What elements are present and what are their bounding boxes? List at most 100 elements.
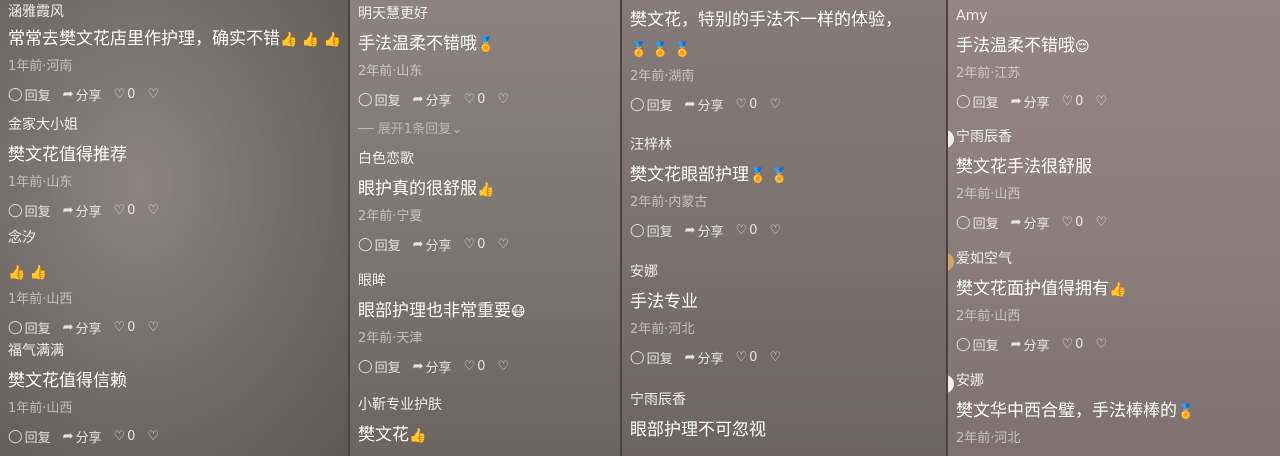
comment-emoji: 🏅 🏅 🏅	[630, 42, 692, 58]
like-button[interactable]: ♡ 0	[114, 203, 136, 218]
dislike-button[interactable]: ♡	[147, 320, 161, 335]
comment-username[interactable]: 汪梓林	[630, 136, 938, 154]
comment-username[interactable]: 眼眸	[358, 272, 612, 290]
share-button[interactable]: ➦ 分享	[1011, 92, 1050, 111]
share-button[interactable]: ➦ 分享	[63, 85, 102, 104]
expand-replies-button[interactable]: ── 展开1条回复⌄	[358, 118, 462, 137]
comment-body: 樊文华中西合璧，手法棒棒的	[956, 401, 1177, 421]
dislike-button[interactable]: ♡	[147, 87, 161, 102]
comment-username[interactable]: 宁雨辰香	[956, 128, 1272, 146]
dislike-button[interactable]: ♡	[497, 237, 511, 252]
reply-button[interactable]: ◯ 回复	[630, 221, 673, 240]
comment-body: 樊文花手法很舒服	[956, 157, 1092, 177]
comment-username[interactable]: Amy	[956, 7, 1272, 25]
reply-button[interactable]: ◯ 回复	[956, 92, 999, 111]
share-icon: ➦	[684, 222, 696, 238]
dislike-button[interactable]: ♡	[769, 97, 783, 112]
share-button[interactable]: ➦ 分享	[685, 95, 724, 114]
comment-username[interactable]: 福气满满	[8, 342, 340, 360]
reply-button[interactable]: ◯ 回复	[630, 348, 673, 367]
dislike-button[interactable]: ♡	[769, 350, 783, 365]
comment-username[interactable]: 爱如空气	[956, 250, 1272, 268]
like-button[interactable]: ♡ 0	[464, 359, 486, 374]
like-button[interactable]: ♡ 0	[464, 92, 486, 107]
reply-button[interactable]: ◯ 回复	[8, 318, 51, 337]
comment-emoji: 🏅	[477, 37, 495, 53]
share-button[interactable]: ➦ 分享	[63, 427, 102, 446]
comment-username[interactable]: 明天慧更好	[358, 5, 612, 23]
comment-item: 爱如空气 樊文花面护值得拥有👍 2年前·山西 ◯ 回复 ➦ 分享 ♡ 0 ♡	[956, 250, 1272, 354]
avatar[interactable]	[948, 375, 954, 393]
comment-username[interactable]: 宁雨辰香	[630, 391, 938, 409]
like-button[interactable]: ♡ 0	[1062, 94, 1084, 109]
comment-username[interactable]: 金家大小姐	[8, 116, 340, 134]
comment-username[interactable]: 白色恋歌	[358, 150, 612, 168]
like-button[interactable]: ♡ 0	[1062, 337, 1084, 352]
share-button[interactable]: ➦ 分享	[685, 348, 724, 367]
dislike-button[interactable]: ♡	[1095, 337, 1109, 352]
like-button[interactable]: ♡ 0	[1062, 215, 1084, 230]
comment-meta: 2年前·山东	[358, 64, 423, 79]
broken-heart-icon: ♡	[1095, 336, 1108, 352]
like-button[interactable]: ♡ 0	[114, 429, 136, 444]
reply-button[interactable]: ◯ 回复	[630, 95, 673, 114]
comment-actions: ◯ 回复 ➦ 分享 ♡ 0 ♡	[8, 427, 340, 446]
share-icon: ➦	[412, 358, 424, 374]
avatar[interactable]	[948, 253, 954, 271]
comment-emoji: 👍	[409, 428, 427, 444]
like-button[interactable]: ♡ 0	[114, 320, 136, 335]
dislike-button[interactable]: ♡	[1095, 94, 1109, 109]
share-button[interactable]: ➦ 分享	[63, 201, 102, 220]
dislike-button[interactable]: ♡	[1095, 215, 1109, 230]
share-button[interactable]: ➦ 分享	[685, 221, 724, 240]
reply-button[interactable]: ◯ 回复	[8, 427, 51, 446]
like-button[interactable]: ♡ 0	[736, 223, 758, 238]
comment-text: 常常去樊文花店里作护理，确实不错👍 👍 👍	[8, 28, 341, 51]
heart-icon: ♡	[1061, 336, 1074, 352]
dislike-button[interactable]: ♡	[497, 92, 511, 107]
avatar[interactable]	[948, 130, 954, 148]
comment-actions: ◯ 回复 ➦ 分享 ♡ 0 ♡	[630, 348, 938, 367]
comment-item: 念汐 👍 👍 1年前·山西 ◯ 回复 ➦ 分享 ♡ 0 ♡	[8, 229, 340, 337]
heart-icon: ♡	[735, 349, 748, 365]
comment-emoji: 🏅 🏅	[749, 168, 789, 184]
like-button[interactable]: ♡ 0	[464, 237, 486, 252]
share-button[interactable]: ➦ 分享	[63, 318, 102, 337]
comment-body: 眼部护理不可忽视	[630, 420, 766, 440]
reply-button[interactable]: ◯ 回复	[8, 85, 51, 104]
comment-actions: ◯ 回复 ➦ 分享 ♡ 0 ♡	[956, 335, 1272, 354]
reply-button[interactable]: ◯ 回复	[358, 90, 401, 109]
comment-username[interactable]: 念汐	[8, 229, 340, 247]
comment-column-2: 明天慧更好 手法温柔不错哦🏅 2年前·山东 ◯ 回复 ➦ 分享 ♡ 0 ♡ ── 展开…	[350, 0, 620, 456]
comment-column-4: Amy 手法温柔不错哦😌 2年前·江苏 ◯ 回复 ➦ 分享 ♡ 0 ♡ 宁雨辰香 樊文…	[948, 0, 1280, 456]
like-button[interactable]: ♡ 0	[114, 87, 136, 102]
share-button[interactable]: ➦ 分享	[413, 235, 452, 254]
share-button[interactable]: ➦ 分享	[413, 90, 452, 109]
dislike-button[interactable]: ♡	[497, 359, 511, 374]
like-button[interactable]: ♡ 0	[736, 350, 758, 365]
reply-button[interactable]: ◯ 回复	[8, 201, 51, 220]
comment-username[interactable]: 小靳专业护肤	[358, 396, 612, 414]
comment-username[interactable]: 安娜	[956, 372, 1272, 390]
comment-actions: ◯ 回复 ➦ 分享 ♡ 0 ♡	[358, 235, 612, 254]
comment-username[interactable]: 涵雅霞风	[8, 3, 340, 21]
reply-icon: ◯	[8, 202, 23, 218]
reply-button[interactable]: ◯ 回复	[956, 213, 999, 232]
broken-heart-icon: ♡	[497, 358, 510, 374]
like-button[interactable]: ♡ 0	[736, 97, 758, 112]
share-button[interactable]: ➦ 分享	[1011, 335, 1050, 354]
dislike-button[interactable]: ♡	[147, 203, 161, 218]
share-button[interactable]: ➦ 分享	[1011, 213, 1050, 232]
reply-button[interactable]: ◯ 回复	[358, 357, 401, 376]
comment-text: 手法温柔不错哦😌	[956, 35, 1272, 58]
dislike-button[interactable]: ♡	[147, 429, 161, 444]
comment-meta: 2年前·山西	[956, 309, 1021, 324]
reply-button[interactable]: ◯ 回复	[358, 235, 401, 254]
reply-button[interactable]: ◯ 回复	[956, 335, 999, 354]
reply-icon: ◯	[8, 319, 23, 335]
heart-icon: ♡	[463, 91, 476, 107]
comment-username[interactable]: 安娜	[630, 263, 938, 281]
dislike-button[interactable]: ♡	[769, 223, 783, 238]
share-button[interactable]: ➦ 分享	[413, 357, 452, 376]
comment-body: 手法专业	[630, 292, 698, 312]
